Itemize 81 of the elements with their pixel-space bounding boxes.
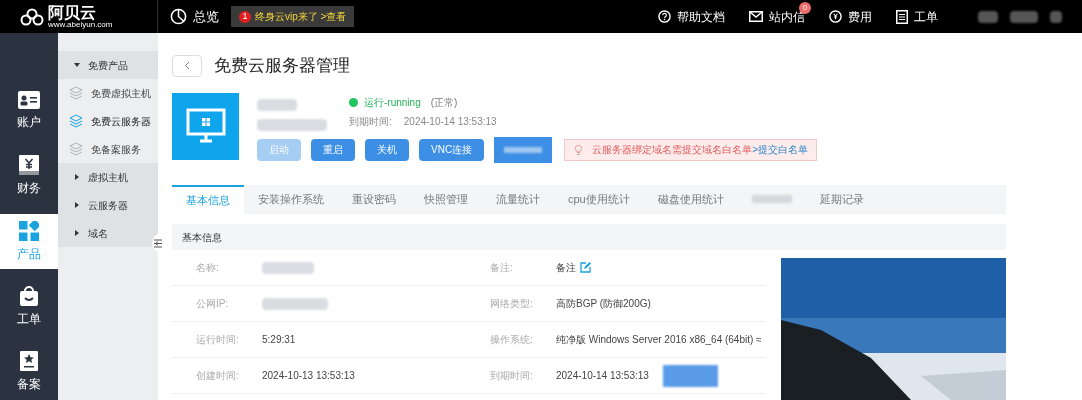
layers-icon (69, 114, 83, 128)
blurred-text (262, 261, 314, 274)
field-value: 2024-10-13 13:53:13 (262, 369, 355, 383)
promo-badge: 1 (239, 10, 251, 23)
field-label: 网络类型: (490, 297, 534, 311)
caret-icon (74, 230, 80, 236)
tab[interactable]: 快照管理 (410, 184, 482, 215)
nav-item[interactable]: 财务 (0, 148, 58, 204)
field-label: 公网IP: (195, 297, 230, 311)
yen-book-icon (19, 155, 39, 176)
coin-icon (829, 10, 842, 23)
menu-item[interactable]: 免费虚拟主机 (91, 85, 151, 101)
field-value: 备注 (556, 261, 576, 275)
bag-icon (20, 285, 38, 306)
blurred-button[interactable] (494, 136, 553, 163)
caret-icon (74, 202, 80, 208)
field-value: 纯净版 Windows Server 2016 x86_64 (64bit) ≈ (556, 333, 762, 347)
document-icon (896, 9, 908, 24)
overview-link[interactable]: 总览 (193, 6, 219, 27)
nav-item[interactable]: 备案 (0, 344, 58, 400)
menu-group[interactable]: 虚拟主机 (58, 163, 158, 191)
blurred-text (257, 118, 327, 131)
pie-chart-icon (170, 8, 187, 25)
top-nav-link[interactable]: 工单 (914, 7, 938, 26)
expiry-label: 到期时间: (349, 114, 392, 129)
field-label: 操作系统: (490, 333, 534, 347)
tab[interactable]: 磁盘使用统计 (643, 184, 738, 215)
top-nav-link[interactable]: 帮助文档 (677, 7, 725, 26)
caret-icon (74, 62, 80, 68)
tab[interactable]: 重设密码 (338, 184, 410, 215)
blurred-text (662, 364, 718, 387)
blurred-text (1010, 10, 1038, 23)
status-note: (正常) (430, 95, 458, 110)
logo-text: 阿贝云 (48, 4, 97, 21)
tab[interactable]: 延期记录 (805, 184, 878, 215)
caret-icon (74, 174, 80, 180)
menu-item[interactable]: 免备案服务 (91, 141, 141, 157)
mail-icon (749, 11, 763, 22)
lightbulb-icon (573, 143, 585, 156)
section-header: 基本信息 (172, 224, 1006, 250)
blurred-text (978, 10, 998, 23)
chevron-left-icon (184, 61, 190, 71)
blurred-text (1050, 10, 1062, 23)
field-label: 到期时间: (490, 369, 534, 383)
tab[interactable]: cpu使用统计 (554, 184, 644, 215)
field-value: 5:29:31 (262, 333, 296, 347)
page-title: 免费云服务器管理 (214, 55, 350, 77)
logo-url: www.abeiyun.com (48, 20, 113, 29)
grid-icon (19, 220, 39, 241)
promo-banner[interactable]: 1 终身云vip来了 >查看 (231, 6, 355, 27)
help-icon (658, 10, 671, 23)
tab[interactable]: 流量统计 (482, 184, 554, 215)
promo-text: 终身云vip来了 >查看 (255, 10, 347, 24)
field-label: 运行时间: (195, 333, 240, 347)
id-card-icon (18, 90, 40, 109)
nav-item[interactable]: 工单 (0, 279, 58, 335)
field-label: 创建时间: (195, 369, 240, 383)
notice-text: 云服务器绑定域名需提交域名白名单 (592, 143, 753, 157)
field-label: 备注: (490, 261, 514, 275)
field-label: 名称: (195, 261, 220, 275)
windows-monitor-icon (185, 108, 226, 144)
nav-item[interactable]: 账户 (0, 83, 58, 139)
collapse-icon (154, 238, 162, 248)
expiry-value: 2024-10-14 13:53:13 (403, 114, 497, 129)
blurred-text (257, 98, 297, 111)
field-value: 2024-10-14 13:53:13 (556, 369, 649, 383)
whitelist-link[interactable]: >提交白名单 (752, 142, 808, 157)
edit-icon[interactable] (580, 262, 591, 273)
menu-item[interactable]: 免费云服务器 (91, 113, 151, 129)
cloud-logo-icon (20, 7, 44, 26)
field-value: 高防BGP (防御200G) (556, 297, 651, 311)
blurred-text (262, 297, 328, 310)
layers-icon (69, 86, 83, 100)
status-text: 运行-running (364, 95, 421, 110)
menu-group[interactable]: 云服务器 (58, 191, 158, 219)
star-badge-icon (20, 351, 38, 372)
tab[interactable]: 安装操作系统 (244, 184, 338, 215)
top-nav-link[interactable]: 费用 (848, 7, 872, 26)
menu-group[interactable]: 免费产品 (58, 51, 158, 79)
layers-icon (69, 142, 83, 156)
menu-group[interactable]: 域名 (58, 219, 158, 247)
